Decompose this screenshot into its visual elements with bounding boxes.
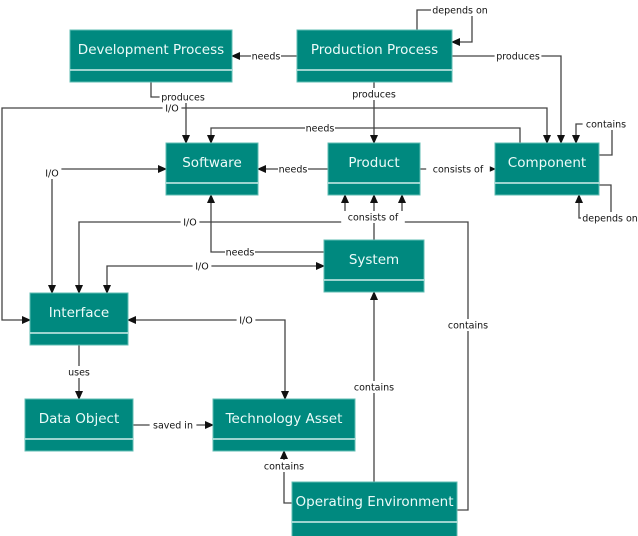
- edge-label-text: needs: [279, 165, 308, 176]
- edge-label: I/O: [236, 314, 256, 327]
- edge-label-text: contains: [264, 462, 304, 473]
- node-interface[interactable]: Interface: [29, 292, 129, 346]
- edge-label-text: I/O: [45, 169, 58, 180]
- edge-component-software[interactable]: [207, 127, 521, 144]
- edge-label: depends on: [431, 4, 489, 17]
- connector-line[interactable]: [1, 107, 551, 324]
- edge-label-text: produces: [161, 93, 205, 104]
- edge-label: needs: [251, 50, 281, 63]
- connector-line[interactable]: [207, 127, 521, 144]
- edge-label-text: needs: [252, 52, 281, 63]
- edge-label: needs: [305, 122, 335, 135]
- edge-label-text: depends on: [432, 6, 488, 17]
- edge-label-text: saved in: [153, 421, 193, 432]
- edge-label: saved in: [149, 419, 197, 432]
- node-label: Development Process: [78, 42, 224, 58]
- node-dev[interactable]: Development Process: [69, 29, 233, 83]
- node-product[interactable]: Product: [327, 142, 421, 196]
- diagram-canvas: needsdepends onproducesproducesproducesI…: [1, 4, 638, 536]
- edge-label-text: I/O: [183, 218, 196, 229]
- edge-label-text: consists of: [433, 165, 484, 176]
- edge-label: contains: [582, 118, 630, 131]
- connector-line[interactable]: [280, 450, 292, 504]
- node-tech-asset[interactable]: Technology Asset: [212, 398, 356, 452]
- edge-interface-software[interactable]: [48, 165, 167, 294]
- edge-prod_proc-component[interactable]: [452, 55, 565, 144]
- edge-label-text: I/O: [165, 104, 178, 115]
- edge-interface-system[interactable]: [103, 262, 325, 294]
- node-label: Production Process: [311, 42, 438, 58]
- edge-label-text: contains: [354, 383, 394, 394]
- edge-label: consists of: [341, 211, 405, 224]
- connector-line[interactable]: [127, 316, 289, 400]
- connector-line[interactable]: [103, 262, 325, 294]
- edge-label-text: uses: [68, 368, 90, 379]
- edge-label: needs: [278, 163, 308, 176]
- edge-label-text: contains: [586, 120, 626, 131]
- edge-label-text: produces: [352, 90, 396, 101]
- edge-label: uses: [66, 366, 92, 379]
- edge-label-text: needs: [226, 248, 255, 259]
- node-system[interactable]: System: [323, 239, 425, 293]
- edge-label: I/O: [180, 216, 200, 229]
- node-software[interactable]: Software: [165, 142, 259, 196]
- node-label: System: [349, 252, 399, 268]
- edge-label: I/O: [162, 102, 182, 115]
- connector-line[interactable]: [48, 165, 167, 294]
- connector-line[interactable]: [452, 55, 565, 144]
- node-label: Technology Asset: [225, 411, 343, 427]
- connector-line[interactable]: [207, 194, 324, 253]
- edge-label: produces: [159, 91, 207, 104]
- node-label: Operating Environment: [296, 494, 454, 510]
- edge-label: contains: [444, 319, 492, 332]
- edge-label: produces: [350, 88, 398, 101]
- edge-label-text: I/O: [195, 262, 208, 273]
- edge-interface-component[interactable]: [1, 107, 551, 324]
- connector-line[interactable]: [75, 194, 349, 294]
- edge-label-text: consists of: [348, 213, 399, 224]
- node-component[interactable]: Component: [494, 142, 600, 196]
- edge-interface-tech_asset[interactable]: [127, 316, 289, 400]
- edge-interface-product[interactable]: [75, 194, 349, 294]
- edge-label: contains: [350, 381, 398, 394]
- node-label: Component: [508, 155, 586, 171]
- edge-label: produces: [494, 50, 542, 63]
- node-label: Software: [182, 155, 242, 171]
- edge-op_env-tech_asset[interactable]: [280, 450, 292, 504]
- edge-label: contains: [260, 460, 308, 473]
- edge-label-text: produces: [496, 52, 540, 63]
- edge-label: needs: [225, 246, 255, 259]
- edge-label: consists of: [426, 163, 490, 176]
- node-label: Product: [348, 155, 399, 171]
- node-data-object[interactable]: Data Object: [24, 398, 134, 452]
- edge-label-text: contains: [448, 321, 488, 332]
- edge-label-text: needs: [306, 124, 335, 135]
- node-label: Interface: [49, 305, 109, 321]
- node-label: Data Object: [39, 411, 120, 427]
- edge-label: depends on: [581, 212, 638, 225]
- edge-label: I/O: [42, 167, 62, 180]
- node-prod-proc[interactable]: Production Process: [296, 29, 453, 83]
- edge-label: I/O: [192, 260, 212, 273]
- node-op-env[interactable]: Operating Environment: [291, 481, 458, 536]
- edge-system-software[interactable]: [207, 194, 324, 253]
- edge-label-text: I/O: [239, 316, 252, 327]
- edge-label-text: depends on: [582, 214, 638, 225]
